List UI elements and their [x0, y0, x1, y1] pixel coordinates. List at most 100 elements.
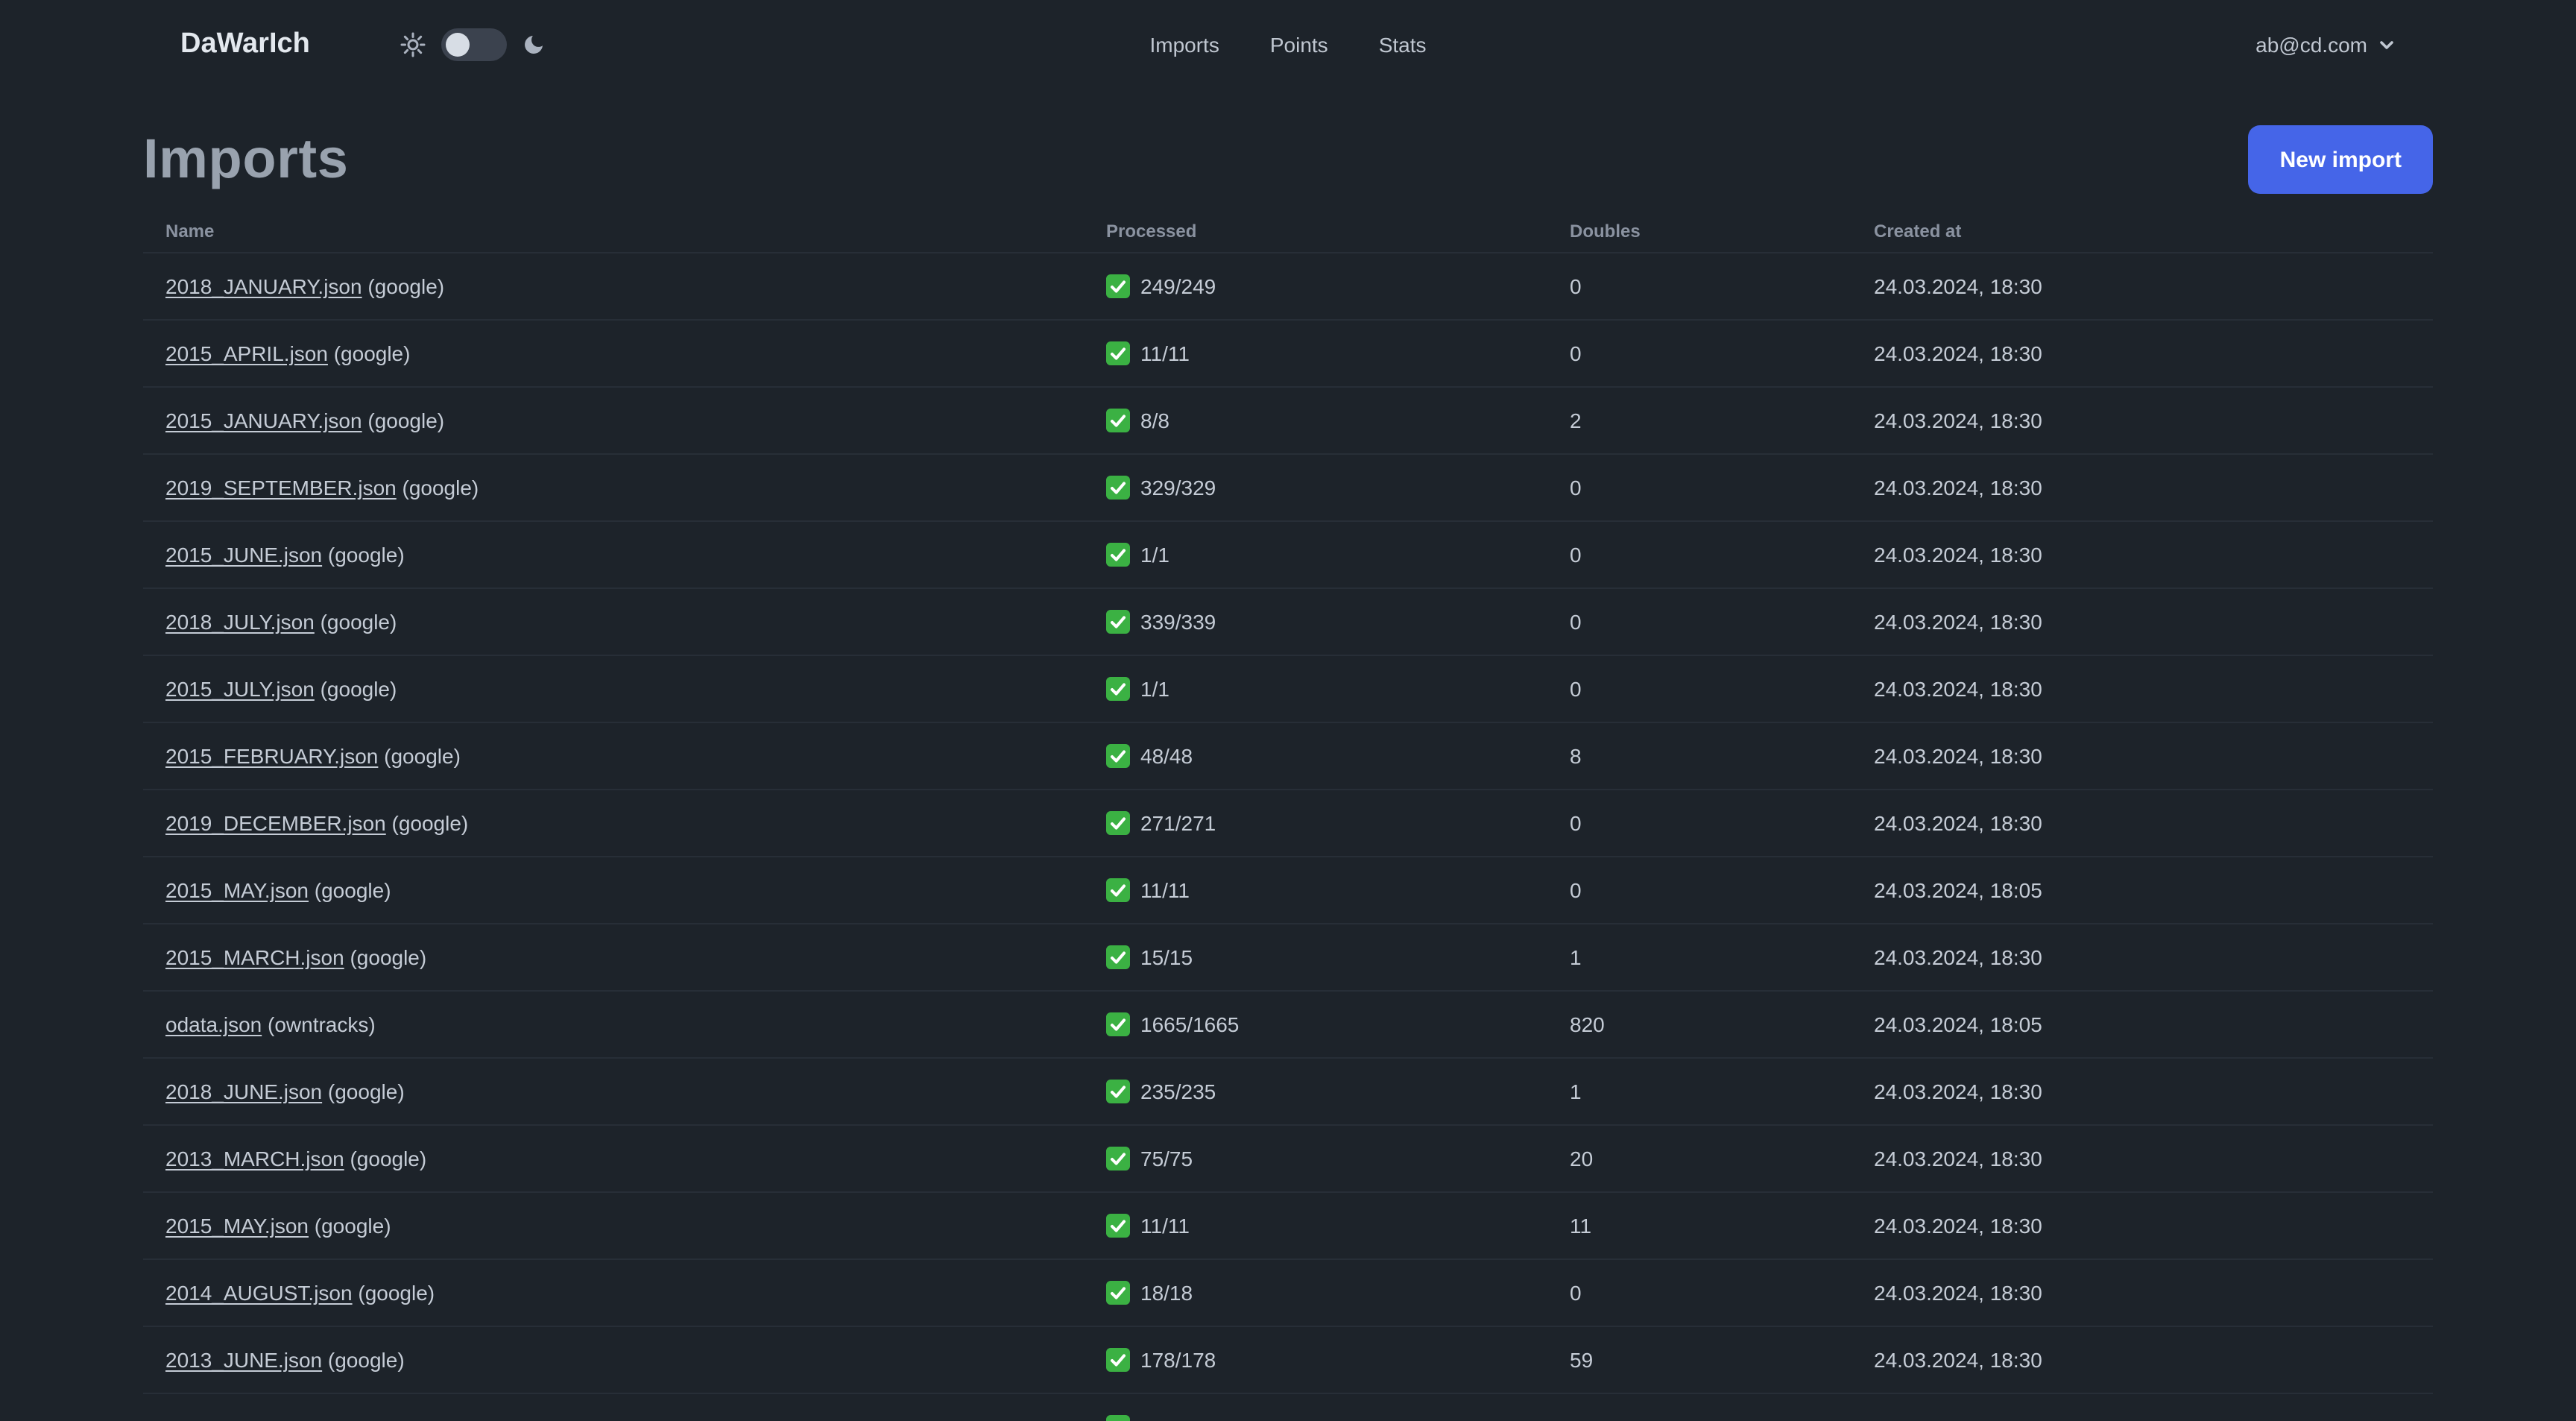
- theme-toggle-group: [400, 28, 546, 61]
- theme-toggle-knob: [445, 33, 470, 57]
- table-row: 2015_MAY.json (google) 11/11 0 24.03.202…: [143, 857, 2433, 924]
- import-file-link[interactable]: 2018_JULY.json: [165, 610, 315, 634]
- doubles-count: 1: [1570, 1080, 1582, 1103]
- success-check-icon: [1106, 1348, 1130, 1372]
- import-source-label: (google): [333, 341, 411, 365]
- created-at: 24.03.2024, 18:30: [1874, 1147, 2042, 1170]
- doubles-count: 1: [1570, 945, 1582, 969]
- processed-count: 1/1: [1140, 543, 1169, 567]
- import-file-link[interactable]: 2015_APRIL.json: [165, 341, 328, 365]
- import-source-label: (google): [402, 476, 479, 500]
- processed-count: 48/48: [1140, 744, 1193, 768]
- processed-count: 11/11: [1140, 1214, 1190, 1238]
- success-check-icon: [1106, 610, 1130, 634]
- page-header: Imports New import: [143, 125, 2433, 194]
- created-at: 24.03.2024, 18:30: [1874, 677, 2042, 701]
- table-row: 2013_JUNE.json (google) 178/178 59 24.03…: [143, 1327, 2433, 1394]
- column-header-created-at: Created at: [1874, 220, 1962, 241]
- doubles-count: 20: [1570, 1147, 1594, 1170]
- doubles-count: 0: [1570, 811, 1582, 835]
- theme-toggle[interactable]: [441, 28, 507, 61]
- import-file-link[interactable]: 2015_JUNE.json: [165, 543, 322, 567]
- import-file-link[interactable]: 2019_DECEMBER.json: [165, 811, 386, 835]
- success-check-icon: [1106, 274, 1130, 298]
- imports-table: Name Processed Doubles Created at 2018_J…: [143, 209, 2433, 1421]
- table-row: 2015_JUNE.json (google) 1/1 0 24.03.2024…: [143, 522, 2433, 589]
- column-header-doubles: Doubles: [1570, 220, 1641, 241]
- new-import-button[interactable]: New import: [2248, 125, 2433, 194]
- table-row: 2019_DECEMBER.json (google) 271/271 0 24…: [143, 790, 2433, 857]
- import-file-link[interactable]: 2013_JUNE.json: [165, 1348, 322, 1372]
- import-file-link[interactable]: 2015_JANUARY.json: [165, 409, 362, 432]
- table-row: 2015_JULY.json (google) 1/1 0 24.03.2024…: [143, 656, 2433, 723]
- import-file-link[interactable]: 2015_MAY.json: [165, 1214, 309, 1238]
- nav-link-points[interactable]: Points: [1270, 33, 1328, 57]
- import-file-link[interactable]: 2014_AUGUST.json: [165, 1281, 353, 1305]
- import-file-link[interactable]: 2018_JUNE.json: [165, 1080, 322, 1103]
- import-source-label: (google): [350, 945, 427, 969]
- processed-count: 249/249: [1140, 274, 1216, 298]
- table-row: 2014_AUGUST.json (google) 18/18 0 24.03.…: [143, 1260, 2433, 1327]
- created-at: 24.03.2024, 18:05: [1874, 878, 2042, 902]
- main-nav: Imports Points Stats: [1149, 33, 1426, 57]
- import-file-link[interactable]: 2013_MARCH.json: [165, 1147, 344, 1170]
- created-at: 24.03.2024, 18:30: [1874, 1281, 2042, 1305]
- table-row: 2015_APRIL.json (google) 11/11 0 24.03.2…: [143, 321, 2433, 388]
- doubles-count: 0: [1570, 476, 1582, 500]
- import-source-label: (google): [327, 543, 405, 567]
- import-file-link[interactable]: 2015_MARCH.json: [165, 945, 344, 969]
- success-check-icon: [1106, 744, 1130, 768]
- app-window: DaWarIch Imports Points Stats ab@cd.com: [0, 0, 2576, 1421]
- created-at: 24.03.2024, 18:30: [1874, 811, 2042, 835]
- created-at: 24.03.2024, 18:05: [1874, 1012, 2042, 1036]
- success-check-icon: [1106, 811, 1130, 835]
- processed-count: 1/1: [1140, 677, 1169, 701]
- moon-icon: [524, 36, 543, 54]
- import-source-label: (google): [320, 610, 397, 634]
- success-check-icon: [1106, 341, 1130, 365]
- processed-count: 235/235: [1140, 1080, 1216, 1103]
- doubles-count: 0: [1570, 341, 1582, 365]
- table-body: 2018_JANUARY.json (google) 249/249 0 24.…: [143, 253, 2433, 1394]
- import-source-label: (google): [367, 409, 445, 432]
- import-file-link[interactable]: odata.json: [165, 1012, 262, 1036]
- user-email: ab@cd.com: [2255, 33, 2367, 57]
- processed-count: 15/15: [1140, 945, 1193, 969]
- table-row: 2018_JULY.json (google) 339/339 0 24.03.…: [143, 589, 2433, 656]
- table-row: 2018_JANUARY.json (google) 249/249 0 24.…: [143, 253, 2433, 321]
- doubles-count: 0: [1570, 878, 1582, 902]
- success-check-icon: [1106, 1080, 1130, 1103]
- brand-link[interactable]: DaWarIch: [180, 28, 310, 61]
- import-file-link[interactable]: 2015_MAY.json: [165, 878, 309, 902]
- processed-count: 1665/1665: [1140, 1012, 1240, 1036]
- table-header-row: Name Processed Doubles Created at: [143, 209, 2433, 253]
- created-at: 24.03.2024, 18:30: [1874, 341, 2042, 365]
- success-check-icon: [1106, 543, 1130, 567]
- table-row: 2013_MARCH.json (google) 75/75 20 24.03.…: [143, 1126, 2433, 1193]
- user-menu[interactable]: ab@cd.com: [2255, 33, 2396, 57]
- import-file-link[interactable]: 2015_JULY.json: [165, 677, 315, 701]
- processed-count: 8/8: [1140, 409, 1169, 432]
- table-row: 2019_SEPTEMBER.json (google) 329/329 0 2…: [143, 455, 2433, 522]
- processed-count: 18/18: [1140, 1281, 1193, 1305]
- import-file-link[interactable]: 2015_FEBRUARY.json: [165, 744, 378, 768]
- import-source-label: (google): [384, 744, 461, 768]
- column-header-name: Name: [165, 220, 215, 241]
- created-at: 24.03.2024, 18:30: [1874, 409, 2042, 432]
- import-file-link[interactable]: 2018_JANUARY.json: [165, 274, 362, 298]
- import-source-label: (google): [367, 274, 445, 298]
- import-file-link[interactable]: 2019_SEPTEMBER.json: [165, 476, 397, 500]
- processed-count: 178/178: [1140, 1348, 1216, 1372]
- nav-link-imports[interactable]: Imports: [1149, 33, 1219, 57]
- nav-link-stats[interactable]: Stats: [1379, 33, 1427, 57]
- success-check-icon: [1106, 677, 1130, 701]
- doubles-count: 0: [1570, 543, 1582, 567]
- table-row: 2015_MAY.json (google) 11/11 11 24.03.20…: [143, 1193, 2433, 1260]
- doubles-count: 0: [1570, 610, 1582, 634]
- import-source-label: (google): [320, 677, 397, 701]
- table-row: 2015_MARCH.json (google) 15/15 1 24.03.2…: [143, 924, 2433, 992]
- import-source-label: (google): [358, 1281, 435, 1305]
- success-check-icon: [1106, 1012, 1130, 1036]
- import-source-label: (google): [350, 1147, 427, 1170]
- success-check-icon: [1106, 1147, 1130, 1170]
